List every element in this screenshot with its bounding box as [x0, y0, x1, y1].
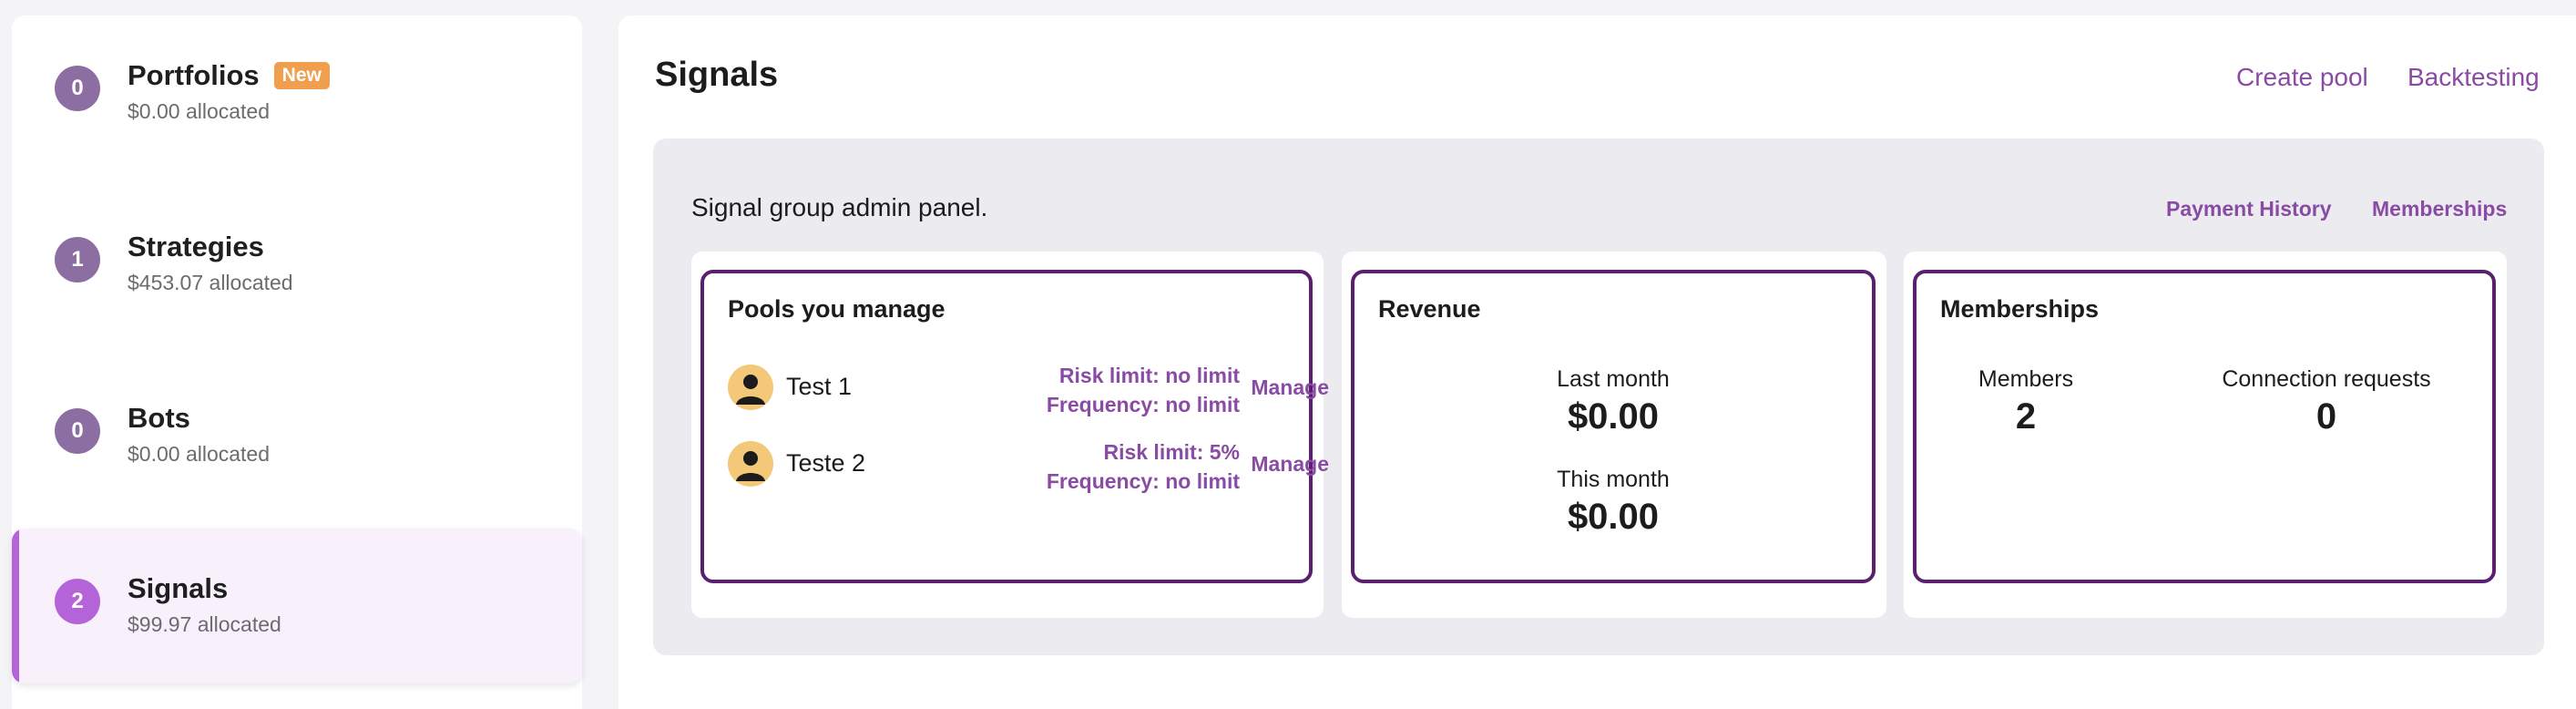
count-badge: 2 — [55, 579, 100, 624]
stat-label: This month — [1557, 467, 1670, 492]
pool-name: Teste 2 — [786, 449, 866, 477]
sidebar-item-title: Signals — [128, 572, 228, 605]
card-title: Memberships — [1940, 295, 2100, 323]
sidebar-item-title: Bots — [128, 402, 190, 435]
stat-value: $0.00 — [1567, 396, 1660, 437]
admin-panel: Signal group admin panel. Payment Histor… — [653, 139, 2544, 655]
sidebar-item-strategies[interactable]: 1 Strategies $453.07 allocated — [12, 187, 582, 342]
pools-card: Pools you manage Test 1 Risk limit: no l… — [700, 270, 1329, 583]
connection-requests-stat: Connection requests 0 — [2190, 366, 2463, 437]
backtesting-link[interactable]: Backtesting — [2407, 63, 2540, 92]
new-badge: New — [273, 62, 330, 89]
memberships-card: Memberships Members 2 Connection request… — [1913, 270, 2496, 583]
main-content: Signals Create pool Backtesting Signal g… — [618, 15, 2576, 709]
card-title: Revenue — [1378, 295, 1481, 323]
panel-description: Signal group admin panel. — [691, 193, 988, 221]
risk-limit: Risk limit: 5% — [1103, 440, 1240, 464]
stat-value: 0 — [2315, 396, 2337, 437]
revenue-card: Revenue Last month $0.00 This month $0.0… — [1351, 270, 1876, 583]
pools-card-container: Pools you manage Test 1 Risk limit: no l… — [691, 252, 1329, 618]
sidebar-item-label: Strategies — [128, 231, 264, 262]
count-badge: 0 — [55, 66, 100, 111]
count-badge: 0 — [55, 408, 100, 454]
page-title: Signals — [655, 56, 779, 94]
memberships-card-container: Memberships Members 2 Connection request… — [1904, 252, 2507, 618]
allocated-amount: $0.00 allocated — [128, 442, 271, 466]
allocated-amount: $99.97 allocated — [128, 612, 281, 636]
user-avatar-icon — [728, 441, 773, 487]
card-title: Pools you manage — [728, 295, 946, 323]
sidebar-item-title: Portfolios New — [128, 59, 330, 92]
stat-label: Last month — [1557, 366, 1670, 392]
stat-value: 2 — [2015, 396, 2037, 437]
revenue-card-container: Revenue Last month $0.00 This month $0.0… — [1342, 252, 1886, 618]
sidebar-item-label: Bots — [128, 402, 190, 434]
sidebar-item-title: Strategies — [128, 231, 264, 263]
user-avatar-icon — [728, 365, 773, 410]
allocated-amount: $453.07 allocated — [128, 271, 293, 294]
this-month-stat: This month $0.00 — [1354, 467, 1872, 538]
stat-value: $0.00 — [1567, 497, 1660, 537]
sidebar-item-label: Signals — [128, 572, 229, 604]
risk-limit: Risk limit: no limit — [1058, 364, 1240, 387]
stat-label: Members — [1978, 366, 2074, 392]
last-month-stat: Last month $0.00 — [1354, 366, 1872, 437]
memberships-link[interactable]: Memberships — [2372, 197, 2507, 221]
frequency-limit: Frequency: no limit — [1046, 469, 1240, 493]
members-stat: Members 2 — [1953, 366, 2099, 437]
sidebar-item-signals[interactable]: 2 Signals $99.97 allocated — [12, 529, 582, 683]
sidebar-item-label: Portfolios — [128, 59, 260, 91]
sidebar-item-bots[interactable]: 0 Bots $0.00 allocated — [12, 358, 582, 513]
pool-row: Teste 2 Risk limit: 5% Frequency: no lim… — [728, 437, 1329, 501]
pool-limits: Risk limit: no limit Frequency: no limit — [1047, 361, 1240, 419]
sidebar-item-portfolios[interactable]: 0 Portfolios New $0.00 allocated — [12, 15, 582, 170]
payment-history-link[interactable]: Payment History — [2166, 197, 2332, 221]
manage-button[interactable]: Manage — [1251, 452, 1329, 477]
pool-name: Test 1 — [786, 373, 853, 400]
create-pool-link[interactable]: Create pool — [2236, 63, 2368, 92]
frequency-limit: Frequency: no limit — [1046, 393, 1240, 416]
pool-limits: Risk limit: 5% Frequency: no limit — [1047, 437, 1240, 496]
manage-button[interactable]: Manage — [1251, 375, 1329, 400]
allocated-amount: $0.00 allocated — [128, 99, 271, 123]
pool-row: Test 1 Risk limit: no limit Frequency: n… — [728, 361, 1329, 425]
sidebar: 0 Portfolios New $0.00 allocated 1 Strat… — [12, 15, 582, 709]
count-badge: 1 — [55, 237, 100, 283]
stat-label: Connection requests — [2222, 366, 2431, 392]
